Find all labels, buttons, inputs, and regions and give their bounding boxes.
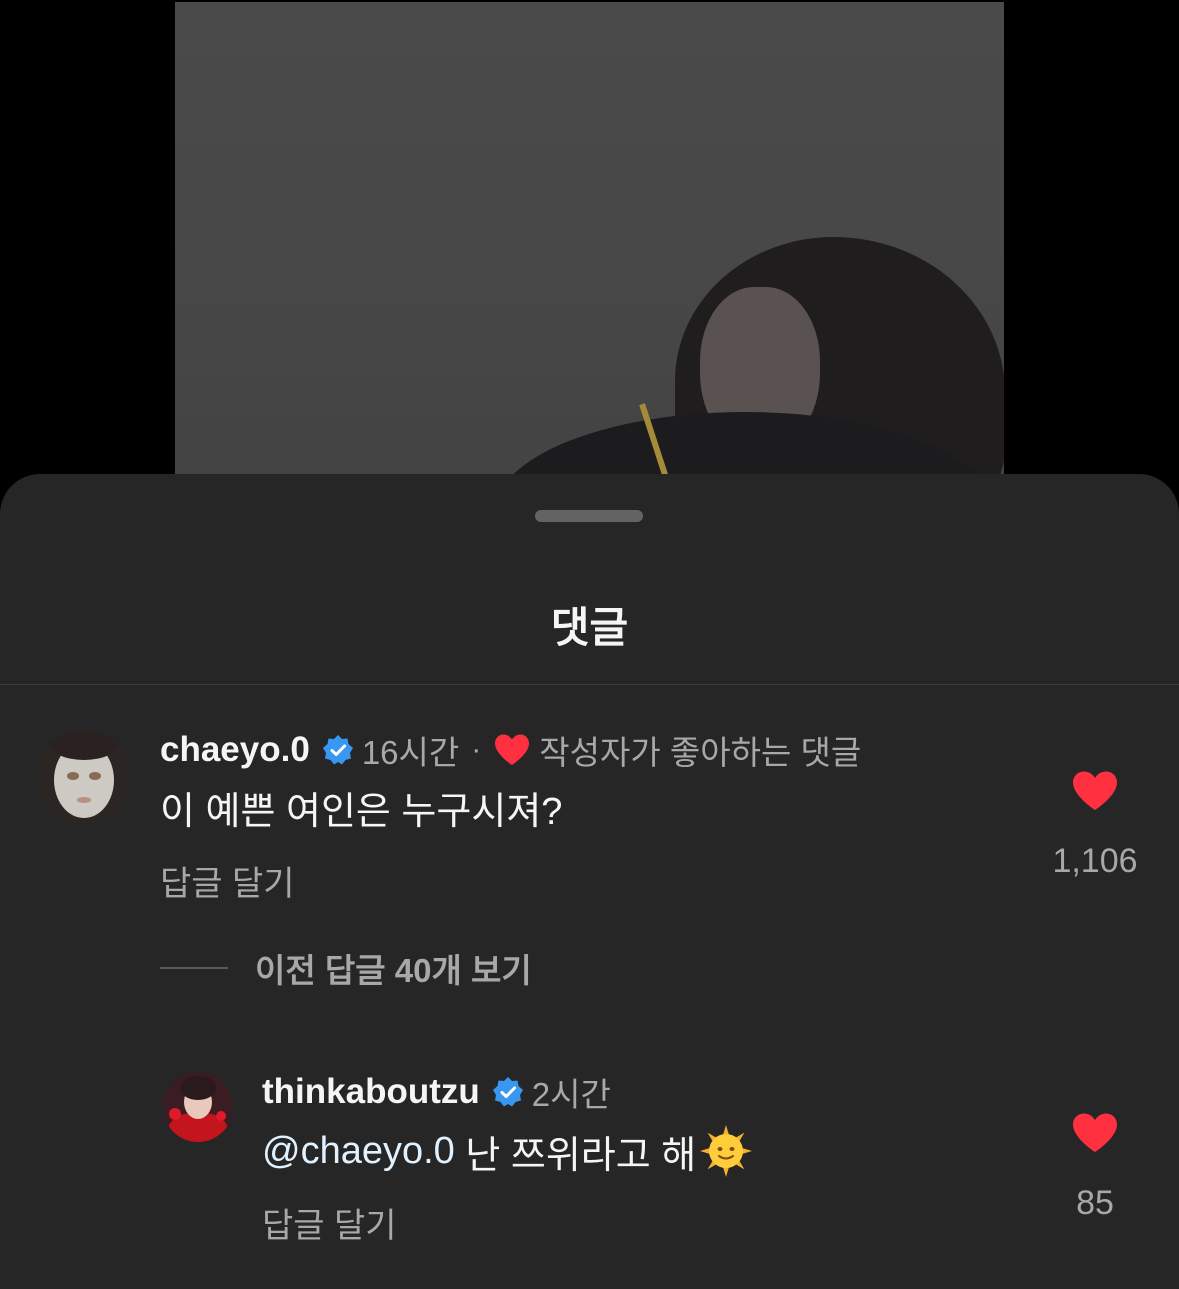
verified-badge-icon xyxy=(492,1077,523,1107)
header-divider xyxy=(0,684,1179,685)
reply-timestamp: 2시간 xyxy=(531,1076,611,1113)
comment-timestamp: 16시간 xyxy=(361,734,460,771)
mention-link[interactable]: @chaeyo.0 xyxy=(262,1130,455,1173)
sheet-title: 댓글 xyxy=(550,604,629,651)
like-heart-icon[interactable] xyxy=(1071,770,1119,812)
replies-divider-line xyxy=(160,967,228,969)
comment-text: 이 예쁜 여인은 누구시져? xyxy=(160,790,563,833)
like-count: 1,106 xyxy=(1052,842,1138,880)
sun-with-face-icon xyxy=(700,1125,753,1177)
avatar[interactable] xyxy=(163,1072,233,1142)
view-previous-replies-label: 이전 답글 40개 보기 xyxy=(255,952,532,989)
view-previous-replies[interactable]: 이전 답글 40개 보기 xyxy=(160,944,532,992)
author-liked-heart-icon xyxy=(495,734,530,765)
reply-button[interactable]: 답글 달기 xyxy=(262,1198,397,1247)
avatar-image xyxy=(37,730,131,824)
sheet-drag-handle[interactable] xyxy=(535,510,643,522)
video-frame[interactable] xyxy=(175,2,1004,490)
comment-username[interactable]: chaeyo.0 xyxy=(160,730,310,770)
reply-text-body: 난 쯔위라고 해 xyxy=(454,1134,697,1177)
comment-meta: chaeyo.0 16시간 · 작성자가 좋아하는 댓글 xyxy=(160,730,861,771)
reply-username[interactable]: thinkaboutzu xyxy=(262,1072,480,1112)
comments-sheet: 댓글 chaeyo.0 16시간 · 작성자가 좋아하는 댓글 이 예쁜 여인은… xyxy=(0,474,1179,1289)
avatar-image xyxy=(163,1072,233,1142)
verified-badge-icon xyxy=(322,735,353,765)
like-heart-icon[interactable] xyxy=(1071,1112,1119,1154)
meta-separator: · xyxy=(471,733,482,766)
like-count: 85 xyxy=(1076,1184,1114,1222)
reply-text: @chaeyo.0 난 쯔위라고 해 xyxy=(262,1125,753,1177)
avatar[interactable] xyxy=(37,730,131,824)
author-liked-label: 작성자가 좋아하는 댓글 xyxy=(539,734,862,771)
video-background xyxy=(0,0,1179,490)
reply-meta: thinkaboutzu 2시간 xyxy=(262,1072,611,1113)
reply-button[interactable]: 답글 달기 xyxy=(160,856,295,905)
